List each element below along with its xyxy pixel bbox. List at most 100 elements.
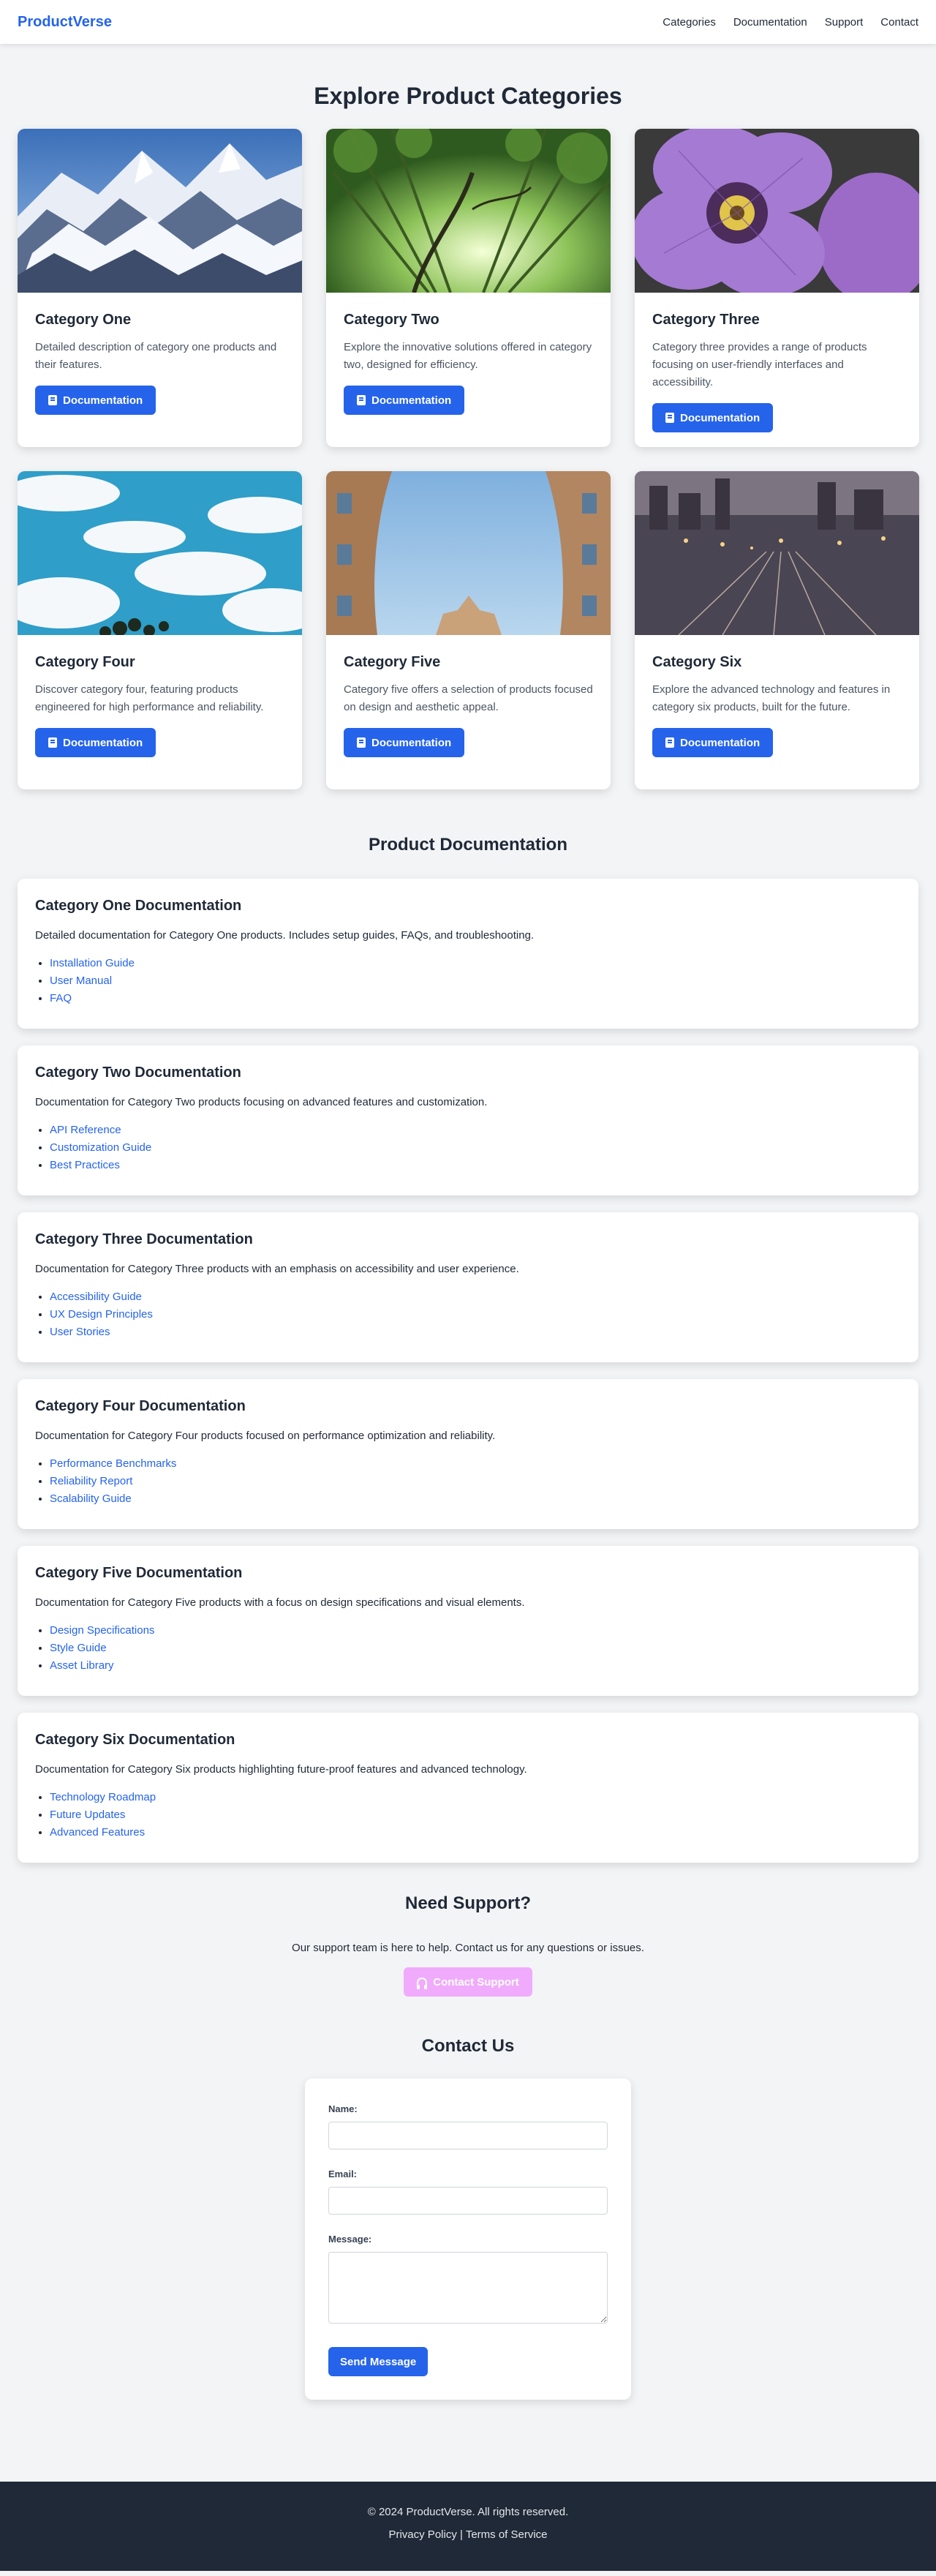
documentation-button-label: Documentation <box>680 411 760 424</box>
brand-logo[interactable]: ProductVerse <box>18 14 112 31</box>
book-icon <box>665 737 674 748</box>
footer-separator: | <box>460 2528 463 2541</box>
send-message-button[interactable]: Send Message <box>328 2347 429 2376</box>
contact-title: Contact Us <box>421 2036 515 2056</box>
documentation-button[interactable]: Documentation <box>344 728 465 757</box>
doc-link[interactable]: UX Design Principles <box>50 1308 153 1321</box>
support-section: Need Support? Our support team is here t… <box>0 1893 936 1997</box>
category-description: Discover category four, featuring produc… <box>35 683 264 713</box>
terms-of-service-link[interactable]: Terms of Service <box>466 2528 548 2541</box>
documentation-button-label: Documentation <box>63 394 143 407</box>
book-icon <box>48 737 57 748</box>
contact-section: Contact Us Name: Email: Message: Send Me… <box>0 2036 936 2400</box>
doc-title: Category Five Documentation <box>35 1565 243 1581</box>
name-label: Name: <box>328 2103 358 2114</box>
category-description: Explore the innovative solutions offered… <box>344 341 592 371</box>
doc-description: Documentation for Category Five products… <box>35 1596 525 1609</box>
documentation-button[interactable]: Documentation <box>652 403 774 432</box>
doc-link[interactable]: Scalability Guide <box>50 1492 132 1505</box>
footer-links: Privacy Policy | Terms of Service <box>0 2528 936 2541</box>
site-footer: © 2024 ProductVerse. All rights reserved… <box>0 2482 936 2571</box>
list-item: UX Design Principles <box>50 1306 901 1323</box>
nav-categories[interactable]: Categories <box>663 16 716 29</box>
doc-link[interactable]: Technology Roadmap <box>50 1791 156 1803</box>
book-icon <box>357 395 366 405</box>
doc-link-list: API Reference Customization Guide Best P… <box>35 1122 901 1174</box>
doc-link-list: Performance Benchmarks Reliability Repor… <box>35 1455 901 1508</box>
nav-contact[interactable]: Contact <box>880 16 918 29</box>
doc-link[interactable]: Future Updates <box>50 1809 125 1821</box>
list-item: Advanced Features <box>50 1824 901 1841</box>
list-item: Accessibility Guide <box>50 1288 901 1306</box>
bamboo-forest-image <box>326 129 611 293</box>
doc-link[interactable]: User Stories <box>50 1326 110 1338</box>
doc-link[interactable]: Asset Library <box>50 1659 114 1672</box>
doc-link[interactable]: Advanced Features <box>50 1826 145 1839</box>
documentation-button-label: Documentation <box>371 394 452 407</box>
name-field[interactable] <box>328 2122 608 2149</box>
doc-title: Category Six Documentation <box>35 1732 235 1748</box>
contact-support-button[interactable]: Contact Support <box>404 1967 532 1997</box>
city-railway-night-image <box>635 471 919 635</box>
documentation-button[interactable]: Documentation <box>652 728 774 757</box>
doc-link[interactable]: Performance Benchmarks <box>50 1457 176 1470</box>
categories-title: Explore Product Categories <box>314 83 622 109</box>
email-field[interactable] <box>328 2187 608 2215</box>
list-item: User Stories <box>50 1323 901 1341</box>
doc-link-list: Design Specifications Style Guide Asset … <box>35 1622 901 1675</box>
list-item: Scalability Guide <box>50 1490 901 1508</box>
doc-link[interactable]: FAQ <box>50 992 72 1005</box>
documentation-button[interactable]: Documentation <box>35 728 156 757</box>
email-label: Email: <box>328 2168 358 2179</box>
doc-title: Category Three Documentation <box>35 1231 253 1247</box>
doc-link[interactable]: Reliability Report <box>50 1475 132 1487</box>
doc-link[interactable]: API Reference <box>50 1124 121 1136</box>
copyright-text: © 2024 ProductVerse. All rights reserved… <box>367 2506 569 2518</box>
category-title: Category Five <box>344 654 441 670</box>
nav-documentation[interactable]: Documentation <box>733 16 807 29</box>
doc-link[interactable]: Best Practices <box>50 1159 120 1171</box>
documentation-button-label: Documentation <box>680 736 760 749</box>
nav-support[interactable]: Support <box>825 16 864 29</box>
category-description: Explore the advanced technology and feat… <box>652 683 891 713</box>
category-card: Category Three Category three provides a… <box>635 129 919 447</box>
message-field[interactable] <box>328 2252 608 2324</box>
doc-title: Category Two Documentation <box>35 1064 241 1081</box>
documentation-button-label: Documentation <box>63 736 143 749</box>
doc-description: Documentation for Category Four products… <box>35 1430 496 1442</box>
list-item: Style Guide <box>50 1640 901 1657</box>
doc-description: Documentation for Category Three product… <box>35 1263 519 1275</box>
doc-link[interactable]: User Manual <box>50 975 112 987</box>
support-text: Our support team is here to help. Contac… <box>292 1942 644 1954</box>
doc-card: Category One Documentation Detailed docu… <box>18 879 918 1029</box>
category-card: Category Four Discover category four, fe… <box>18 471 302 789</box>
documentation-button[interactable]: Documentation <box>344 386 465 415</box>
doc-link[interactable]: Design Specifications <box>50 1624 154 1637</box>
doc-card: Category Two Documentation Documentation… <box>18 1045 918 1195</box>
documentation-button[interactable]: Documentation <box>35 386 156 415</box>
documentation-list: Category One Documentation Detailed docu… <box>0 879 936 1863</box>
list-item: Future Updates <box>50 1806 901 1824</box>
list-item: Asset Library <box>50 1657 901 1675</box>
site-header: ProductVerse Categories Documentation Su… <box>0 0 936 44</box>
doc-card: Category Six Documentation Documentation… <box>18 1713 918 1863</box>
doc-card: Category Four Documentation Documentatio… <box>18 1379 918 1529</box>
category-title: Category Four <box>35 654 135 670</box>
category-description: Category three provides a range of produ… <box>652 341 867 388</box>
doc-link[interactable]: Accessibility Guide <box>50 1291 142 1303</box>
category-title: Category Three <box>652 312 760 328</box>
category-description: Category five offers a selection of prod… <box>344 683 593 713</box>
doc-link[interactable]: Installation Guide <box>50 957 135 969</box>
doc-link[interactable]: Style Guide <box>50 1642 107 1654</box>
contact-support-label: Contact Support <box>433 1975 519 1989</box>
documentation-title: Product Documentation <box>368 835 567 855</box>
support-title: Need Support? <box>405 1893 531 1913</box>
privacy-policy-link[interactable]: Privacy Policy <box>388 2528 456 2541</box>
book-icon <box>357 737 366 748</box>
list-item: Reliability Report <box>50 1473 901 1490</box>
doc-link[interactable]: Customization Guide <box>50 1141 151 1154</box>
doc-link-list: Installation Guide User Manual FAQ <box>35 955 901 1007</box>
category-card: Category Two Explore the innovative solu… <box>326 129 611 447</box>
list-item: User Manual <box>50 972 901 990</box>
doc-description: Documentation for Category Six products … <box>35 1763 527 1776</box>
